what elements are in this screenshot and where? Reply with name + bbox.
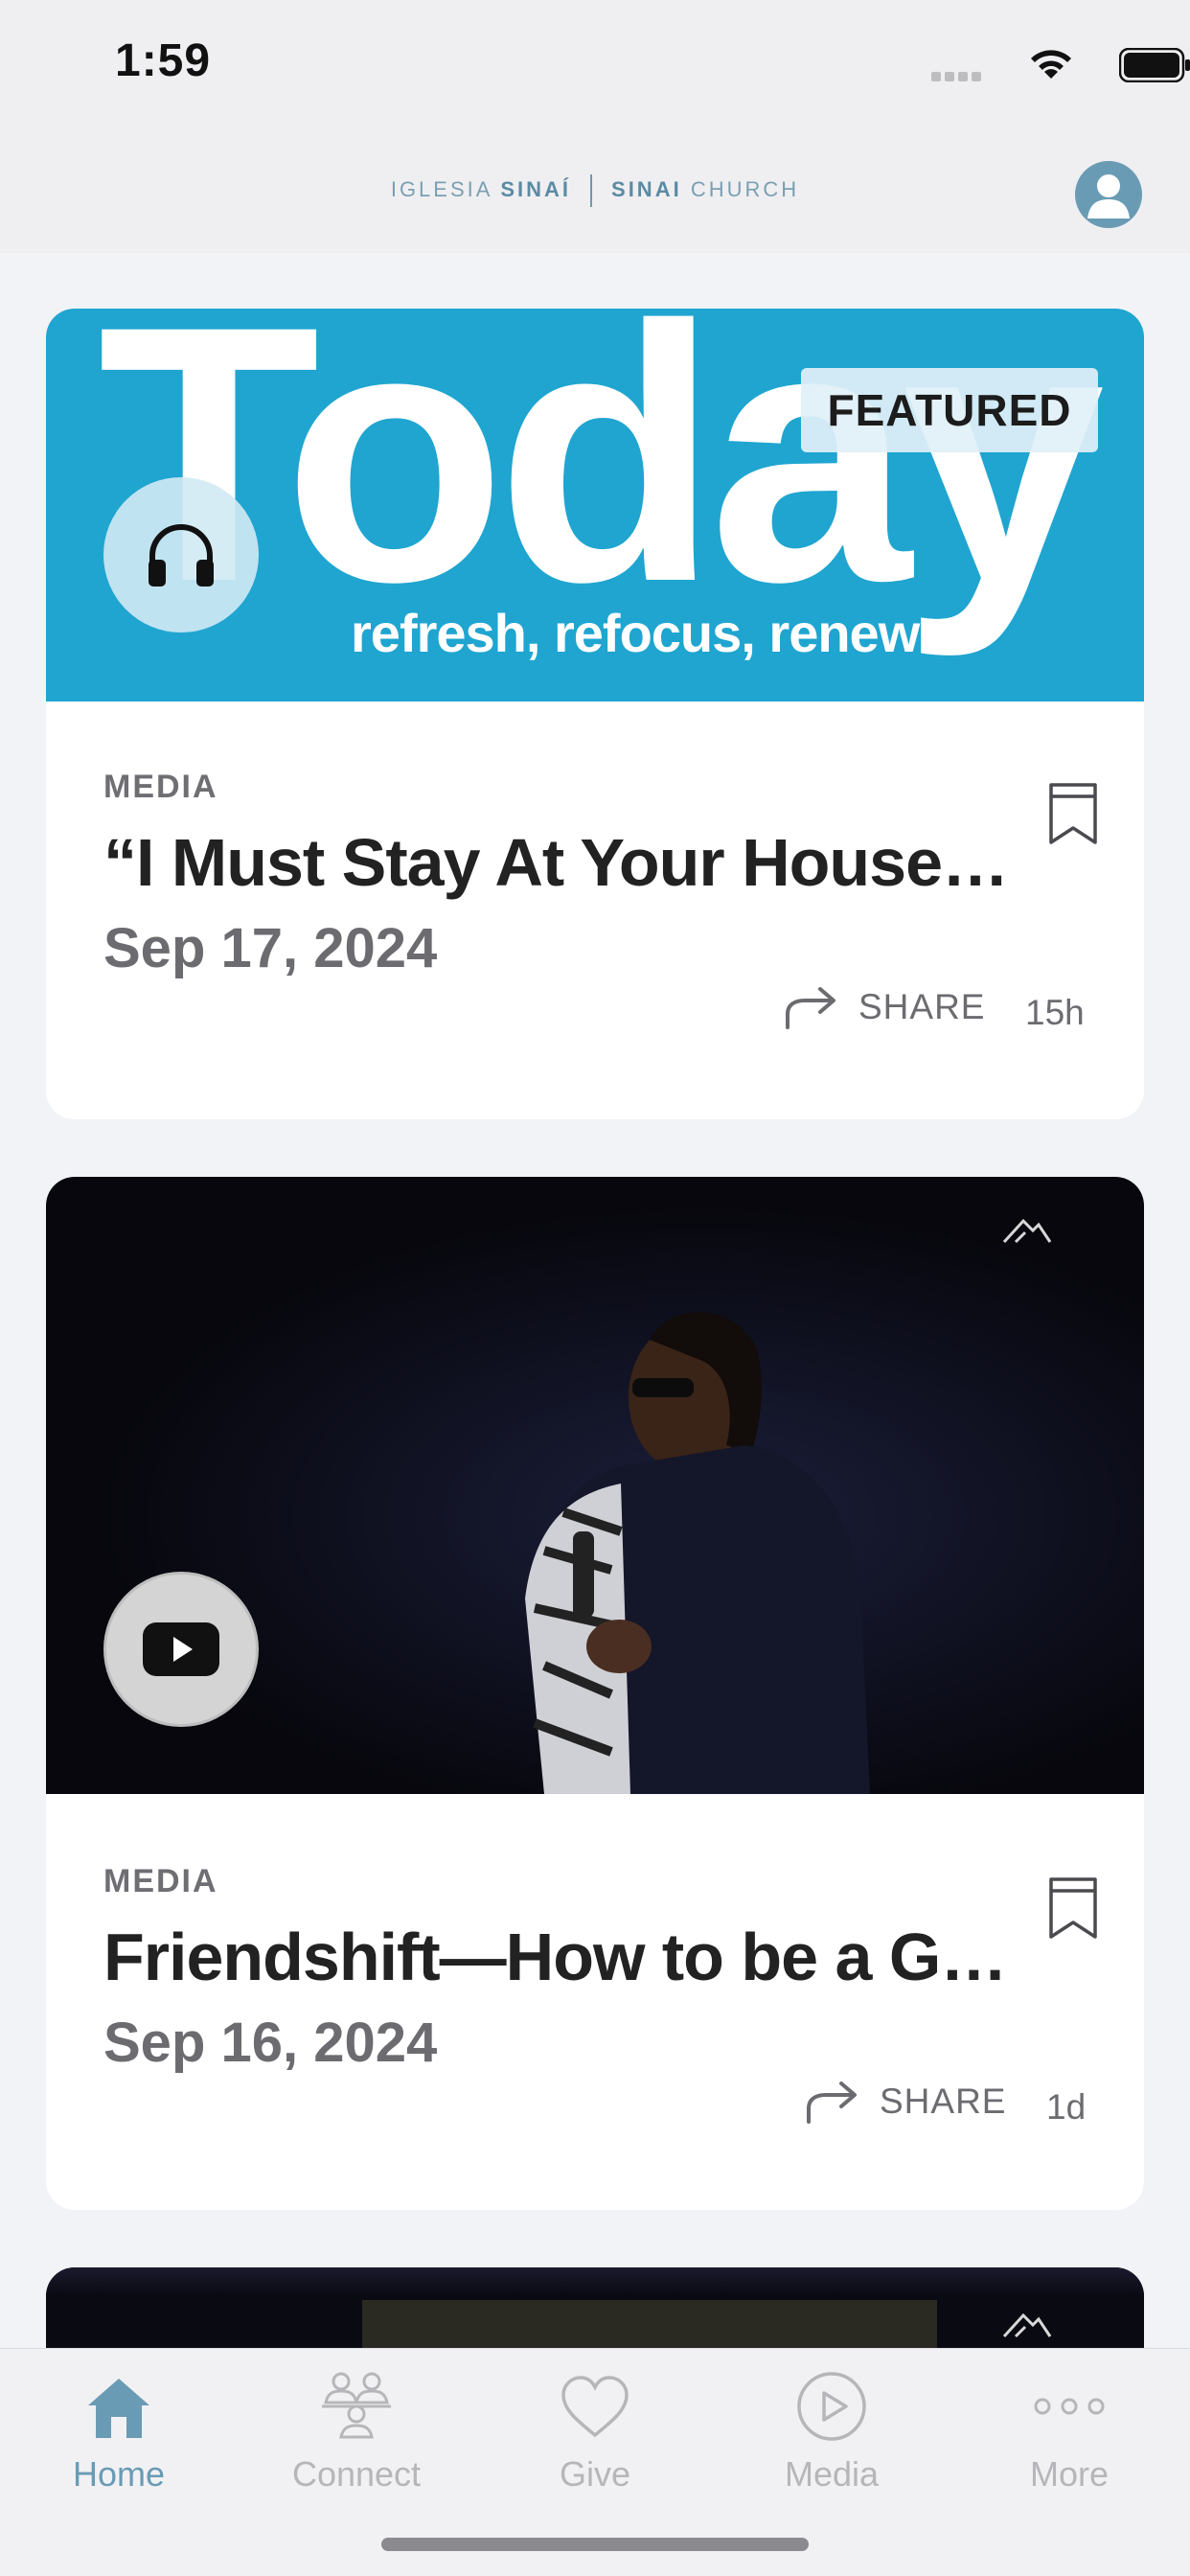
tab-connect-label: Connect [291,2454,422,2494]
tab-media-label: Media [784,2454,880,2494]
status-time: 1:59 [115,35,212,86]
play-icon [143,1622,219,1676]
audio-play-button[interactable] [103,477,259,632]
tab-home-label: Home [72,2454,166,2494]
card-date: Sep 16, 2024 [103,2012,438,2074]
wifi-icon [1031,50,1071,79]
video-media-card[interactable]: MEDIA Friendshift—How to be a G… Sep 16,… [46,1177,1144,2210]
featured-badge: FEATURED [801,368,1098,452]
more-dots-icon [1034,2398,1105,2415]
share-button[interactable]: SHARE [784,985,985,1029]
tab-give-label: Give [559,2454,631,2494]
share-arrow-icon [786,987,835,1029]
post-age: 15h [1025,993,1085,1032]
card-date: Sep 17, 2024 [103,917,438,979]
user-icon [1087,174,1130,218]
video-thumbnail[interactable] [46,1177,1144,1794]
profile-avatar-button[interactable] [1075,161,1142,228]
bookmark-icon[interactable] [1048,782,1098,845]
speaker-silhouette [525,1312,870,1794]
share-arrow-icon [807,2082,857,2124]
home-icon [88,2379,149,2438]
featured-thumbnail[interactable]: Today refresh, refocus, renew FEATURED [46,309,1144,702]
tab-home[interactable]: Home [13,2362,224,2495]
play-circle-icon [797,2372,866,2441]
tab-connect[interactable]: Connect [251,2362,462,2495]
share-button[interactable]: SHARE [805,2080,1006,2124]
share-label: SHARE [858,987,986,1026]
mountain-logo-icon [1002,1218,1052,1244]
thumbnail-subtitle-art: refresh, refocus, renew [351,603,920,663]
share-label: SHARE [880,2082,1007,2121]
card-title[interactable]: Friendshift—How to be a G… [103,1919,1023,1995]
tab-media[interactable]: Media [726,2362,937,2495]
featured-media-card[interactable]: Today refresh, refocus, renew FEATURED M… [46,309,1144,1119]
brand-divider [590,174,593,207]
brand-right-bold: SINAI [611,176,682,201]
tab-more-label: More [1029,2454,1110,2494]
header-bar: 1:59 IGLESIA SINAÍ SINAI CHURCH [0,0,1190,253]
mountain-logo-icon [1002,2312,1052,2338]
card-title[interactable]: “I Must Stay At Your House… [103,824,1023,901]
heart-icon [561,2376,629,2438]
brand-left-light: IGLESIA [390,176,501,201]
battery-icon [1119,48,1190,82]
home-indicator[interactable] [381,2538,809,2551]
card-category: MEDIA [103,769,218,805]
people-icon [322,2372,391,2439]
brand-left-bold: SINAÍ [500,176,572,201]
stage-lights [46,2267,1144,2296]
tab-more[interactable]: More [964,2362,1175,2495]
signal-icon [931,69,985,86]
video-play-button[interactable] [103,1572,259,1727]
post-age: 1d [1046,2087,1087,2127]
bookmark-icon[interactable] [1048,1876,1098,1940]
brand-right-light: CHURCH [681,176,800,201]
brand-logo: IGLESIA SINAÍ SINAI CHURCH [0,174,1190,207]
tab-give[interactable]: Give [490,2362,700,2495]
headphones-icon [149,524,214,586]
card-category: MEDIA [103,1863,218,1899]
